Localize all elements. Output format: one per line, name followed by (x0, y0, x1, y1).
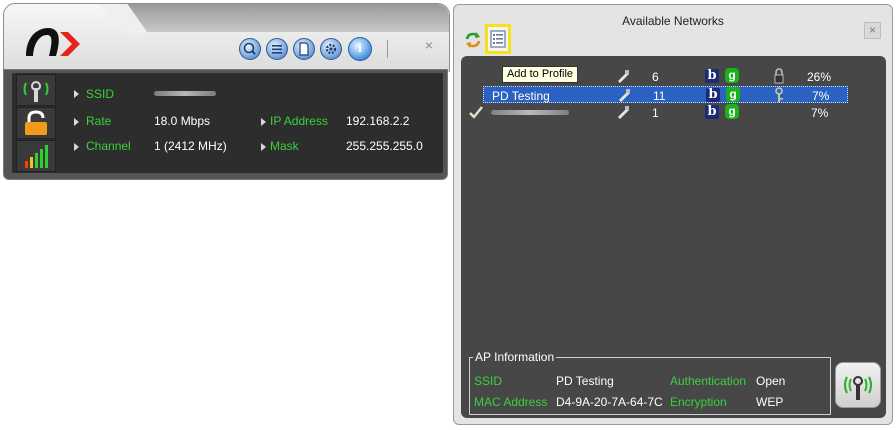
signal-bars-icon[interactable] (16, 140, 56, 172)
refresh-icon[interactable] (463, 30, 483, 50)
ap-encryption-value: WEP (756, 395, 784, 409)
antenna-icon (618, 106, 629, 119)
titlebar-tab (124, 4, 449, 32)
ap-ssid-label: SSID (474, 374, 503, 388)
ssid-value-redacted (154, 91, 216, 96)
g-mode-icon: g (726, 87, 740, 102)
bullet-arrow-icon (74, 90, 79, 98)
ap-ssid-value: PD Testing (556, 374, 614, 388)
bullet-arrow-icon (261, 143, 266, 151)
settings-icon[interactable] (320, 38, 342, 60)
add-to-profile-button[interactable] (485, 24, 511, 54)
channel-value: 1 (2412 MHz) (154, 139, 227, 153)
connected-check-icon (469, 106, 483, 119)
close-icon[interactable]: × (422, 38, 436, 52)
profile-list-icon (490, 30, 506, 48)
bullet-arrow-icon (74, 143, 79, 151)
ip-address-value: 192.168.2.2 (346, 114, 410, 128)
connect-button[interactable] (835, 362, 881, 408)
antenna-icon (619, 89, 630, 102)
channel-label: Channel (86, 139, 131, 153)
search-icon[interactable] (239, 38, 261, 60)
brand-logo (26, 28, 80, 56)
rate-value: 18.0 Mbps (154, 114, 211, 128)
b-mode-icon: b (705, 105, 719, 119)
add-to-profile-tooltip: Add to Profile (502, 66, 578, 83)
page-icon[interactable] (293, 38, 315, 60)
ap-information-group: AP Information SSID PD Testing Authentic… (469, 350, 831, 415)
side-icons (16, 73, 56, 173)
utility-window: i × SSID Rate 18.0 Mbps IP Address 192.1… (3, 3, 450, 180)
network-name-redacted (491, 110, 569, 115)
network-channel: 6 (652, 70, 659, 84)
g-mode-icon: g (725, 104, 739, 119)
network-signal: 7% (812, 89, 830, 103)
b-mode-icon: b (705, 69, 719, 83)
ap-mac-value: D4-9A-20-7A-64-7C (556, 395, 663, 409)
network-signal: 26% (807, 70, 832, 84)
mask-label: Mask (270, 139, 299, 153)
utility-titlebar[interactable]: i × (3, 3, 450, 72)
ssid-label: SSID (86, 87, 115, 101)
ap-encryption-label: Encryption (670, 395, 727, 409)
wireless-connect-icon (843, 376, 873, 400)
wireless-antenna-icon[interactable] (16, 74, 56, 106)
network-name: PD Testing (492, 89, 550, 103)
bullet-arrow-icon (74, 118, 79, 126)
bullet-arrow-icon (261, 118, 266, 126)
ap-mac-label: MAC Address (474, 395, 548, 409)
status-panel: SSID Rate 18.0 Mbps IP Address 192.168.2… (3, 69, 448, 180)
antenna-icon (618, 70, 629, 83)
rate-label: Rate (86, 114, 112, 128)
close-icon[interactable]: × (864, 22, 881, 39)
network-channel: 11 (653, 89, 666, 103)
network-signal: 7% (811, 106, 829, 120)
lock-open-icon[interactable] (16, 107, 56, 139)
g-mode-icon: g (725, 68, 739, 83)
ap-information-legend: AP Information (473, 350, 557, 364)
list-icon[interactable] (266, 38, 288, 60)
lock-icon (774, 68, 784, 84)
ap-auth-value: Open (756, 374, 786, 388)
b-mode-icon: b (706, 88, 720, 102)
key-icon (775, 87, 783, 102)
window-title: Available Networks (622, 14, 724, 28)
network-row-selected[interactable]: PD Testing 11 b g 7% (483, 86, 848, 103)
network-row[interactable]: 1 b g 7% (469, 104, 848, 121)
network-list-panel: 6 b g 26% PD Testing 11 b g 7% 1 b g 7% (461, 56, 886, 418)
ip-address-label: IP Address (270, 114, 328, 128)
network-channel: 1 (652, 106, 659, 120)
toolbar-separator (387, 40, 388, 58)
available-networks-window: Available Networks × 6 b g 26% PD Testin… (453, 4, 893, 425)
status-inner: SSID Rate 18.0 Mbps IP Address 192.168.2… (12, 73, 443, 173)
ap-auth-label: Authentication (670, 374, 747, 388)
info-icon[interactable]: i (348, 37, 372, 61)
mask-value: 255.255.255.0 (346, 139, 423, 153)
